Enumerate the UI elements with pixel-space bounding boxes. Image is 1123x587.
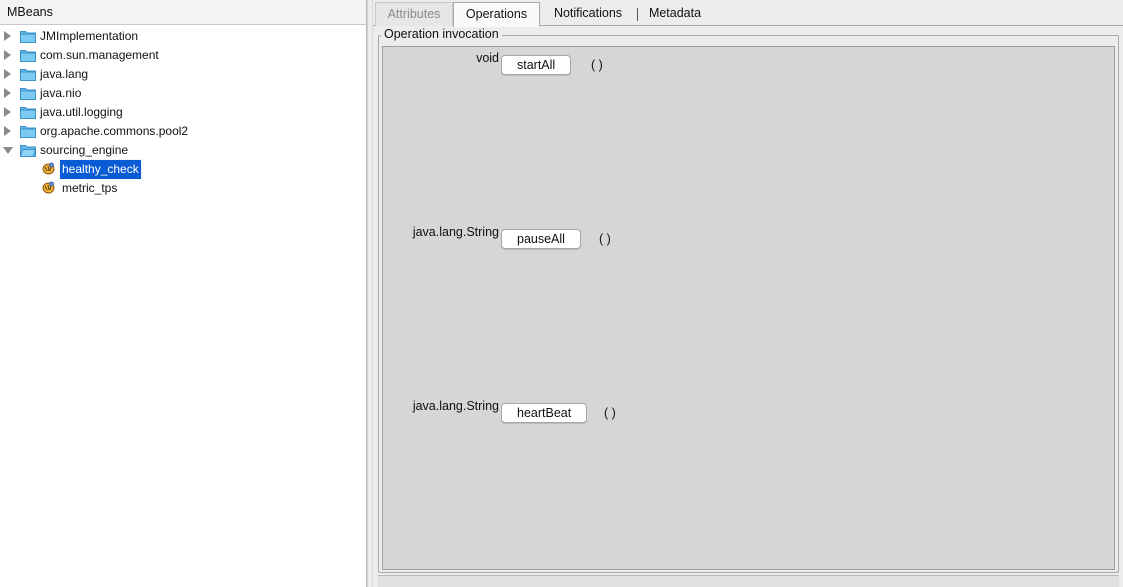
operation-row-pauseall: java.lang.String pauseAll ( ) xyxy=(383,225,1116,249)
expand-arrow-icon[interactable] xyxy=(4,107,11,117)
tree-node-org-apache-commons-pool2[interactable]: org.apache.commons.pool2 xyxy=(0,122,360,141)
tree-node-label: org.apache.commons.pool2 xyxy=(40,124,189,138)
startall-button[interactable]: startAll xyxy=(501,55,572,75)
tree-node-sourcing-engine[interactable]: sourcing_engine xyxy=(0,141,360,160)
operation-return-type: java.lang.String xyxy=(412,225,499,239)
folder-icon xyxy=(20,69,36,81)
tree-node-label: java.lang xyxy=(40,67,89,81)
tab-metadata[interactable]: Metadata xyxy=(641,2,709,26)
tree-node-label: java.nio xyxy=(40,86,82,100)
mbean-bean-icon xyxy=(42,162,55,175)
operation-invocation-legend: Operation invocation xyxy=(381,27,502,42)
folder-icon xyxy=(20,50,36,62)
tab-attributes[interactable]: Attributes xyxy=(375,2,453,26)
folder-icon xyxy=(20,107,36,119)
tree-leaf-healthy-check[interactable]: healthy_check xyxy=(0,159,360,180)
collapse-arrow-icon[interactable] xyxy=(3,147,13,154)
tab-separator xyxy=(637,8,638,21)
tree-node-java-nio[interactable]: java.nio xyxy=(0,84,360,103)
folder-icon xyxy=(20,31,36,43)
bottom-scroll-strip xyxy=(378,575,1119,587)
operation-row-heartbeat: java.lang.String heartBeat ( ) xyxy=(383,399,1116,423)
tree-leaf-metric-tps[interactable]: metric_tps xyxy=(0,179,360,198)
tree-leaf-label: healthy_check xyxy=(59,159,142,180)
tree-node-com-sun-management[interactable]: com.sun.management xyxy=(0,46,360,65)
tree-node-label: JMImplementation xyxy=(40,29,139,43)
folder-icon xyxy=(20,126,36,138)
operation-params: ( ) xyxy=(604,406,616,420)
tree-node-java-util-logging[interactable]: java.util.logging xyxy=(0,103,360,122)
pauseall-button[interactable]: pauseAll xyxy=(501,229,581,249)
operation-return-type: java.lang.String xyxy=(412,399,499,413)
tab-bar: Attributes Operations Notifications Meta… xyxy=(373,2,1123,27)
tree-node-label: com.sun.management xyxy=(40,48,159,62)
expand-arrow-icon[interactable] xyxy=(4,31,11,41)
tree-node-label: sourcing_engine xyxy=(40,143,129,157)
operation-return-type: void xyxy=(476,51,499,65)
operation-row-startall: void startAll ( ) xyxy=(383,51,1116,75)
expand-arrow-icon[interactable] xyxy=(4,69,11,79)
heartbeat-button[interactable]: heartBeat xyxy=(501,403,588,423)
open-folder-icon xyxy=(20,145,36,157)
mbeans-header: MBeans xyxy=(0,0,366,25)
mbean-detail-panel: Attributes Operations Notifications Meta… xyxy=(373,0,1123,587)
expand-arrow-icon[interactable] xyxy=(4,126,11,136)
operations-list: void startAll ( ) java.lang.String pause… xyxy=(382,46,1115,570)
tab-notifications[interactable]: Notifications xyxy=(542,2,634,26)
tree-node-jmimplementation[interactable]: JMImplementation xyxy=(0,27,360,46)
folder-icon xyxy=(20,88,36,100)
operation-params: ( ) xyxy=(599,232,611,246)
expand-arrow-icon[interactable] xyxy=(4,88,11,98)
tree-leaf-label: metric_tps xyxy=(62,181,118,195)
expand-arrow-icon[interactable] xyxy=(4,50,11,60)
tree-node-java-lang[interactable]: java.lang xyxy=(0,65,360,84)
operation-params: ( ) xyxy=(591,58,603,72)
mbeans-panel: MBeans JMImplementation com.sun.manageme… xyxy=(0,0,367,587)
tree-node-label: java.util.logging xyxy=(40,105,123,119)
mbean-bean-icon xyxy=(42,181,55,194)
tab-operations[interactable]: Operations xyxy=(453,2,540,27)
